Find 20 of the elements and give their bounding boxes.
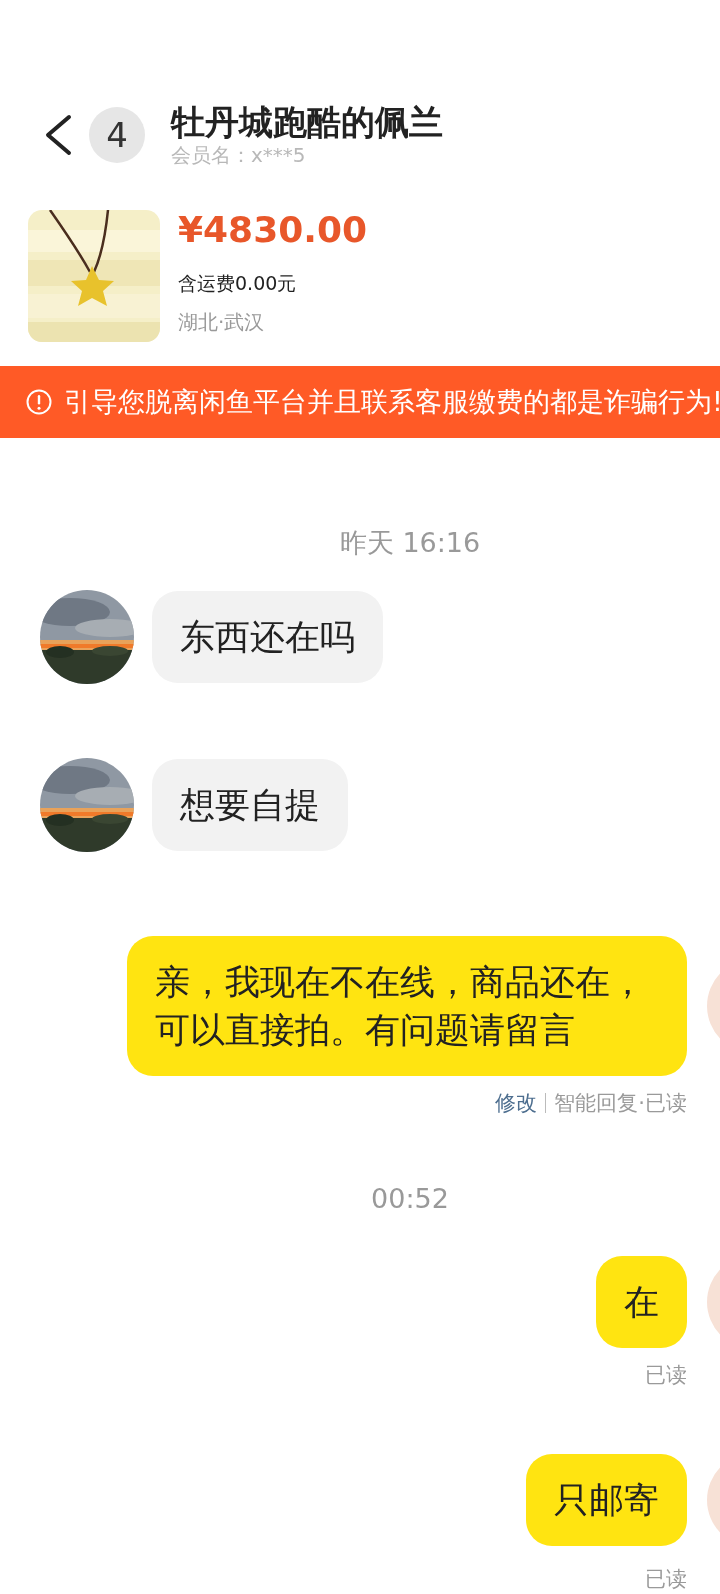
message-bubble: 想要自提 [152,759,348,851]
timestamp: 昨天 16:16 [339,526,481,560]
timestamp: 00:52 [371,1182,449,1216]
message-bubble: 只邮寄 [526,1454,687,1546]
warning-icon [26,389,52,415]
message-bubble: 亲，我现在不在线，商品还在，可以直接拍。有问题请留言 [127,936,687,1076]
warning-text: 引导您脱离闲鱼平台并且联系客服缴费的都是诈骗行为! [64,385,720,419]
read-status: 已读 [645,1362,687,1388]
unread-count: 4 [89,107,145,163]
price: ¥4830.00 [178,210,368,250]
read-status: 智能回复·已读 [554,1090,687,1116]
message-bubble: 在 [596,1256,687,1348]
chat-title: 牡丹城跑酷的佩兰 [171,102,443,142]
edit-link[interactable]: 修改 [495,1090,538,1116]
message-bubble: 东西还在吗 [152,591,383,683]
member-name: 会员名：x***5 [171,142,306,168]
shipping-fee: 含运费0.00元 [178,271,297,296]
back-icon[interactable] [43,114,73,156]
read-status: 已读 [645,1566,687,1592]
location: 湖北·武汉 [178,309,265,336]
